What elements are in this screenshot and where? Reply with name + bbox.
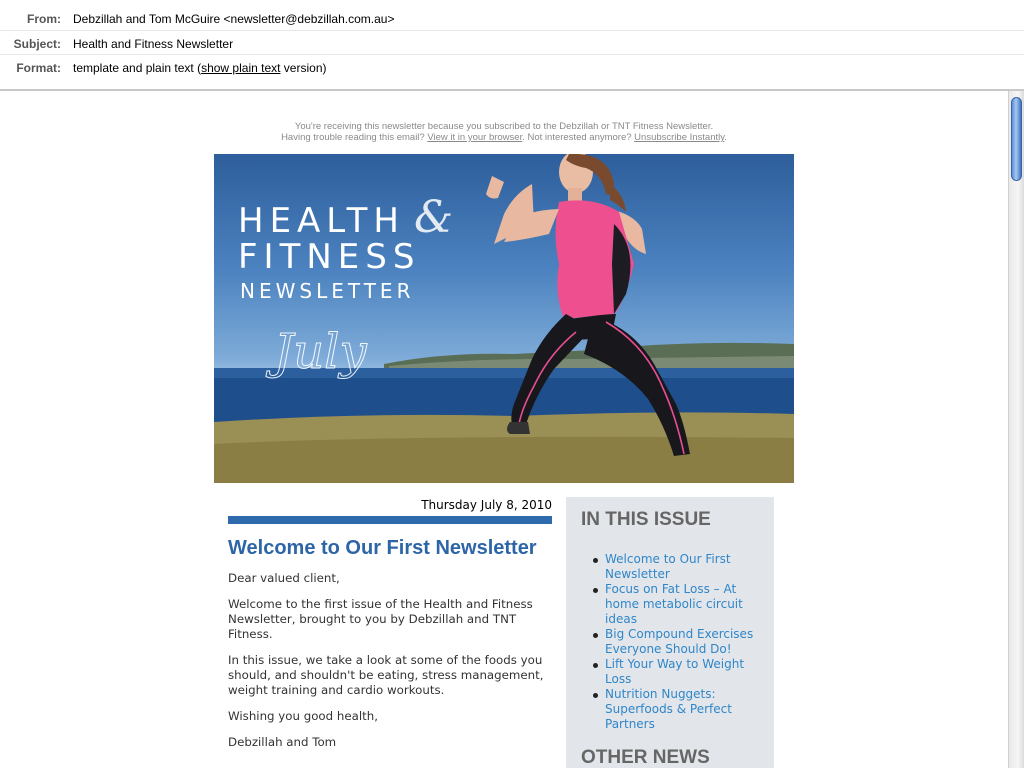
- list-item: Focus on Fat Loss – At home metabolic ci…: [593, 582, 765, 627]
- list-item: Big Compound Exercises Everyone Should D…: [593, 627, 765, 657]
- hero-illustration: HEALTH & FITNESS NEWSLETTER July: [214, 154, 794, 483]
- article-para-2: In this issue, we take a look at some of…: [228, 653, 544, 697]
- article-heading: Welcome to Our First Newsletter: [228, 537, 537, 559]
- list-item: Nutrition Nuggets: Superfoods & Perfect …: [593, 687, 765, 732]
- format-row: Format: template and plain text (show pl…: [0, 55, 1024, 79]
- issue-link-compound-exercises[interactable]: Big Compound Exercises Everyone Should D…: [605, 627, 753, 656]
- hero-title-health: HEALTH: [238, 201, 405, 241]
- format-value: template and plain text (show plain text…: [73, 61, 326, 75]
- signature: Debzillah and Tom: [228, 735, 337, 749]
- message-body[interactable]: You're receiving this newsletter because…: [0, 91, 1008, 768]
- issue-link-welcome[interactable]: Welcome to Our First Newsletter: [605, 552, 731, 581]
- hero-title-fitness: FITNESS: [238, 237, 420, 277]
- issue-link-fat-loss[interactable]: Focus on Fat Loss – At home metabolic ci…: [605, 582, 743, 626]
- subject-row: Subject: Health and Fitness Newsletter: [0, 31, 1024, 55]
- notice-line2: Having trouble reading this email? View …: [214, 132, 794, 143]
- hero-title-newsletter: NEWSLETTER: [240, 279, 414, 303]
- unsubscribe-link[interactable]: Unsubscribe Instantly: [634, 132, 724, 143]
- view-in-browser-link[interactable]: View it in your browser: [427, 132, 522, 143]
- from-value[interactable]: Debzillah and Tom McGuire <newsletter@de…: [73, 12, 394, 26]
- notice-text-mid: . Not interested anymore?: [522, 132, 635, 143]
- sidebar-heading-other-news: OTHER NEWS: [581, 747, 710, 768]
- hero-ampersand: &: [414, 192, 453, 243]
- hero-banner-image: HEALTH & FITNESS NEWSLETTER July: [214, 154, 794, 483]
- from-row: From: Debzillah and Tom McGuire <newslet…: [0, 6, 1024, 31]
- article-para-1: Welcome to the first issue of the Health…: [228, 597, 533, 641]
- notice-text: Having trouble reading this email?: [281, 132, 428, 143]
- sidebar-heading: IN THIS ISSUE: [581, 509, 711, 530]
- accent-bar: [228, 516, 552, 524]
- greeting: Dear valued client,: [228, 571, 340, 585]
- from-label: From:: [27, 12, 61, 26]
- grass-near: [214, 436, 794, 483]
- list-item: Welcome to Our First Newsletter: [593, 552, 765, 582]
- format-prefix: template and plain text (: [73, 61, 202, 75]
- hero-month-script: July: [265, 324, 368, 380]
- issue-link-lift-weight[interactable]: Lift Your Way to Weight Loss: [605, 657, 744, 686]
- issue-list: Welcome to Our First Newsletter Focus on…: [593, 552, 765, 732]
- issue-link-nutrition[interactable]: Nutrition Nuggets: Superfoods & Perfect …: [605, 687, 732, 731]
- closing: Wishing you good health,: [228, 709, 378, 723]
- issue-date: Thursday July 8, 2010: [421, 498, 552, 512]
- subject-label: Subject:: [13, 37, 61, 51]
- show-plain-text-link[interactable]: show plain text: [201, 61, 280, 75]
- subscription-notice: You're receiving this newsletter because…: [214, 121, 794, 143]
- notice-text-end: .: [724, 132, 727, 143]
- subject-value: Health and Fitness Newsletter: [73, 37, 234, 51]
- email-header: From: Debzillah and Tom McGuire <newslet…: [0, 0, 1024, 90]
- list-item: Lift Your Way to Weight Loss: [593, 657, 765, 687]
- scrollbar-thumb[interactable]: [1011, 97, 1022, 181]
- article-column: Thursday July 8, 2010 Welcome to Our Fir…: [228, 493, 552, 750]
- in-this-issue-sidebar: IN THIS ISSUE Welcome to Our First Newsl…: [566, 497, 774, 768]
- notice-line1: You're receiving this newsletter because…: [294, 121, 714, 132]
- format-label: Format:: [16, 61, 61, 75]
- format-suffix: version): [280, 61, 327, 75]
- vertical-scrollbar[interactable]: [1008, 91, 1024, 768]
